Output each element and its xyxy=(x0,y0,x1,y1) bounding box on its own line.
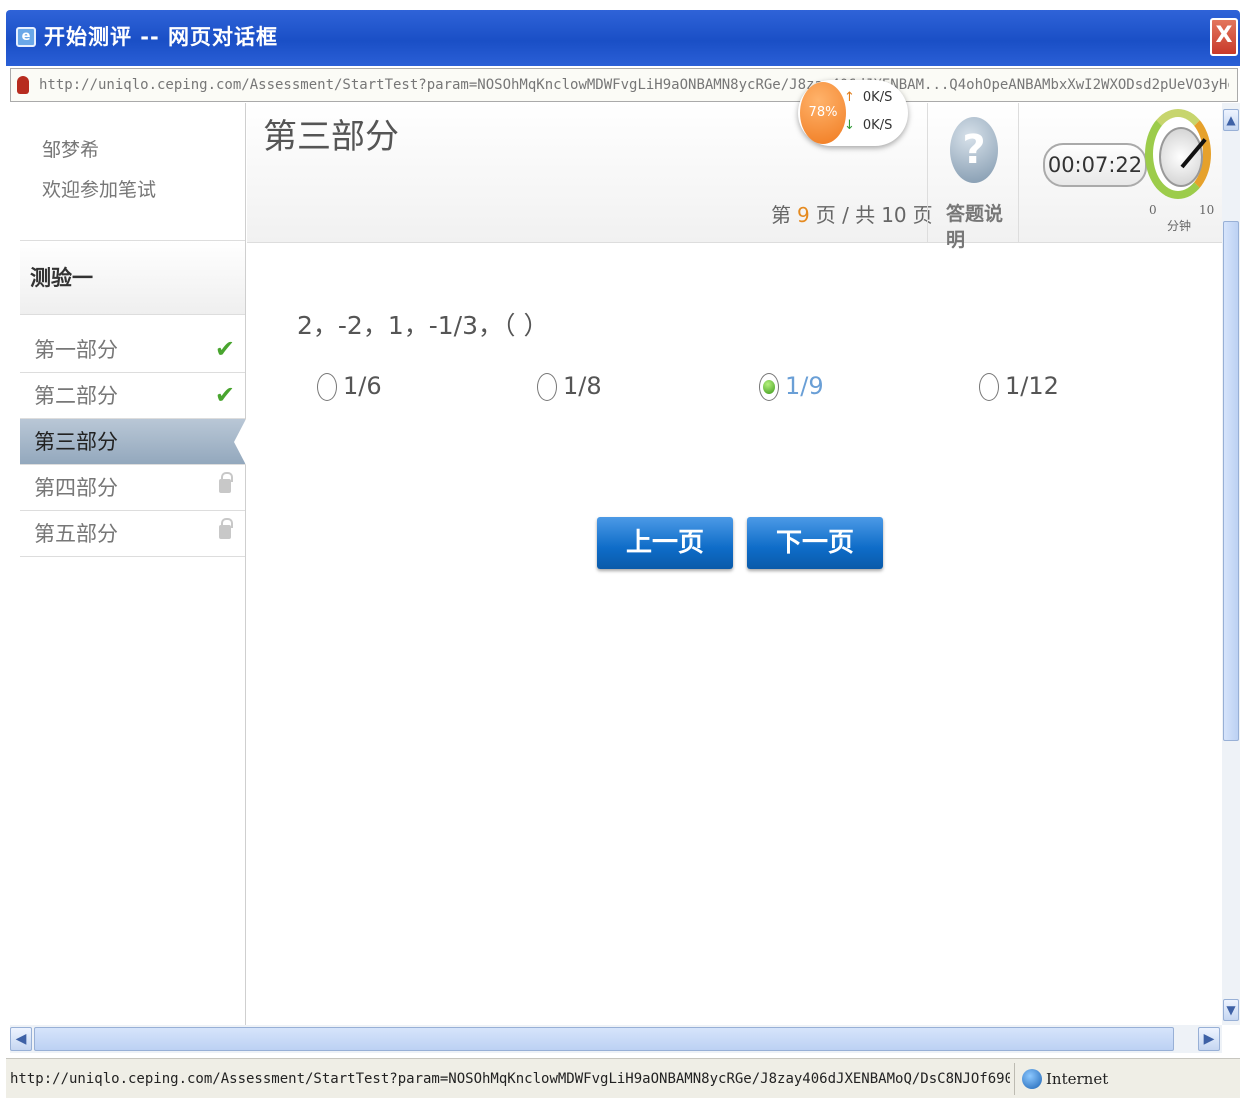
radio-button[interactable] xyxy=(317,373,337,401)
radio-button[interactable] xyxy=(979,373,999,401)
test-title: 测验一 xyxy=(20,241,245,315)
radio-button[interactable] xyxy=(537,373,557,401)
part-label: 第三部分 xyxy=(34,430,118,454)
sidebar-item-part-2[interactable]: 第二部分 ✔ xyxy=(20,373,245,419)
status-divider xyxy=(1014,1063,1015,1095)
scroll-up-icon[interactable]: ▲ xyxy=(1223,109,1239,131)
page-prefix: 第 xyxy=(771,203,791,227)
address-url: http://uniqlo.ceping.com/Assessment/Star… xyxy=(39,77,1229,93)
network-monitor: 78% ↑ 0K/S ↓ 0K/S xyxy=(798,80,908,146)
user-box: 邹梦希 欢迎参加笔试 xyxy=(20,103,245,241)
section-header: 第三部分 第9页 / 共 10 页 ? 答题说明 00:07:22 0 10 分钟 xyxy=(247,103,1222,251)
download-speed: 0K/S xyxy=(862,118,893,133)
scroll-right-icon[interactable]: ▶ xyxy=(1198,1027,1220,1051)
radio-button-selected[interactable] xyxy=(759,373,779,401)
user-name: 邹梦希 xyxy=(42,139,100,161)
gauge-unit: 分钟 xyxy=(1167,219,1192,233)
arrow-up-icon: ↑ xyxy=(844,90,855,105)
part-list: 第一部分 ✔ 第二部分 ✔ 第三部分 第四部分 第五部分 xyxy=(20,327,246,557)
option-label: 1/8 xyxy=(563,372,602,400)
sidebar-item-part-5: 第五部分 xyxy=(20,511,245,557)
dialog-content: 邹梦希 欢迎参加笔试 测验一 第一部分 ✔ 第二部分 ✔ 第三部分 第四部分 第… xyxy=(10,103,1222,1025)
section-title: 第三部分 xyxy=(263,117,399,157)
vertical-scroll-thumb[interactable] xyxy=(1223,221,1239,741)
current-page: 9 xyxy=(797,203,810,227)
option-label: 1/6 xyxy=(343,372,382,400)
globe-icon xyxy=(1022,1069,1042,1089)
net-percent: 78% xyxy=(800,82,846,144)
part-label: 第一部分 xyxy=(34,338,118,362)
option-d[interactable]: 1/12 xyxy=(979,369,1059,403)
welcome-text: 欢迎参加笔试 xyxy=(42,179,157,201)
vertical-scrollbar[interactable]: ▲ ▼ xyxy=(1222,103,1240,1025)
option-c[interactable]: 1/9 xyxy=(759,369,824,403)
page-indicator: 第9页 / 共 10 页 xyxy=(771,201,933,229)
arrow-down-icon: ↓ xyxy=(844,118,855,133)
total-pages: 10 xyxy=(881,203,907,227)
gauge-min: 0 xyxy=(1149,203,1157,217)
scroll-down-icon[interactable]: ▼ xyxy=(1223,999,1239,1021)
main-panel: 第三部分 第9页 / 共 10 页 ? 答题说明 00:07:22 0 10 分钟 … xyxy=(247,103,1222,1025)
help-label: 答题说明 xyxy=(946,203,1004,251)
help-button[interactable]: ? 答题说明 xyxy=(927,103,1019,251)
status-url: http://uniqlo.ceping.com/Assessment/Star… xyxy=(10,1071,1010,1087)
status-bar: http://uniqlo.ceping.com/Assessment/Star… xyxy=(6,1058,1240,1098)
page-icon xyxy=(17,76,29,94)
scroll-left-icon[interactable]: ◀ xyxy=(10,1027,32,1051)
net-download: ↓ 0K/S xyxy=(844,118,892,134)
timer-display: 00:07:22 xyxy=(1043,143,1147,187)
question-text: 2，-2，1，-1/3，（ ） xyxy=(297,311,549,340)
sidebar: 邹梦希 欢迎参加笔试 测验一 第一部分 ✔ 第二部分 ✔ 第三部分 第四部分 第… xyxy=(20,103,246,1025)
sidebar-item-part-4: 第四部分 xyxy=(20,465,245,511)
close-button[interactable]: X xyxy=(1210,18,1238,56)
question-icon: ? xyxy=(950,117,998,183)
gauge-max: 10 xyxy=(1199,203,1215,217)
ie-icon: e xyxy=(16,27,36,47)
timer-gauge-icon xyxy=(1145,109,1211,199)
option-label: 1/9 xyxy=(785,372,824,400)
window-title: 开始测评 -- 网页对话框 xyxy=(44,25,279,49)
option-b[interactable]: 1/8 xyxy=(537,369,602,403)
sidebar-item-part-1[interactable]: 第一部分 ✔ xyxy=(20,327,245,373)
next-page-button[interactable]: 下一页 xyxy=(747,517,883,569)
security-zone: Internet xyxy=(1046,1070,1109,1088)
part-label: 第四部分 xyxy=(34,476,118,500)
check-icon: ✔ xyxy=(214,381,235,409)
net-upload: ↑ 0K/S xyxy=(844,90,892,106)
lock-icon xyxy=(219,472,233,493)
prev-page-button[interactable]: 上一页 xyxy=(597,517,733,569)
part-label: 第二部分 xyxy=(34,384,118,408)
page-middle: 页 / 共 xyxy=(815,203,876,227)
option-a[interactable]: 1/6 xyxy=(317,369,382,403)
lock-icon xyxy=(219,518,233,539)
option-label: 1/12 xyxy=(1005,372,1059,400)
upload-speed: 0K/S xyxy=(862,90,893,105)
part-label: 第五部分 xyxy=(34,522,118,546)
horizontal-scrollbar[interactable]: ◀ ▶ xyxy=(10,1025,1222,1053)
check-icon: ✔ xyxy=(214,335,235,363)
window-title-bar: e 开始测评 -- 网页对话框 X xyxy=(6,10,1240,66)
horizontal-scroll-thumb[interactable] xyxy=(34,1027,1174,1051)
sidebar-item-part-3[interactable]: 第三部分 xyxy=(20,419,246,465)
address-bar: http://uniqlo.ceping.com/Assessment/Star… xyxy=(10,68,1238,102)
